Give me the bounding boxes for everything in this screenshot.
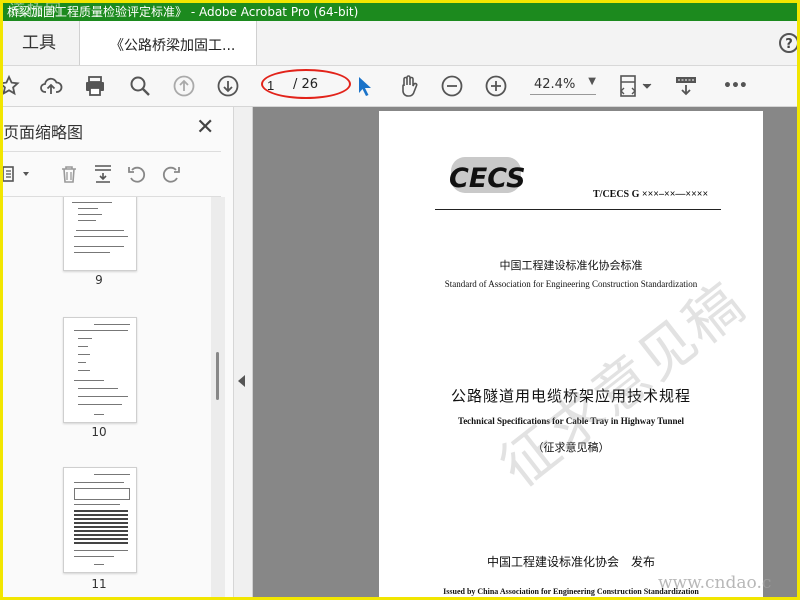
- thumbnail-scrollbar[interactable]: [211, 197, 225, 597]
- tab-document-label: 《公路桥梁加固工...: [110, 38, 236, 54]
- document-title-en: Technical Specifications for Cable Tray …: [458, 416, 684, 426]
- zoom-level-select[interactable]: 42.4% ▼: [530, 76, 596, 95]
- scroll-mode-icon[interactable]: [674, 74, 698, 98]
- extract-page-icon[interactable]: [93, 164, 113, 184]
- panel-title: 页面缩略图: [3, 123, 84, 142]
- bookmark-star-icon[interactable]: [3, 74, 21, 98]
- previous-page-icon[interactable]: [172, 74, 196, 98]
- annotation-ellipse: [261, 69, 351, 99]
- document-title-cn: 公路隧道用电缆桥架应用技术规程: [450, 387, 691, 405]
- help-icon[interactable]: ?: [779, 33, 797, 53]
- thumbnail-page-11[interactable]: [63, 467, 137, 573]
- scrollbar-thumb[interactable]: [216, 352, 219, 400]
- thumbnail-number: 11: [91, 577, 107, 591]
- header-rule: [435, 209, 721, 210]
- thumbnail-number: 9: [95, 273, 103, 287]
- hand-tool-icon[interactable]: [396, 74, 420, 98]
- thumbnail-number: 10: [91, 425, 107, 439]
- zoom-in-icon[interactable]: [484, 74, 508, 98]
- thumbnails-panel: 页面缩略图 ✕ 9 10 11: [3, 107, 234, 597]
- panel-collapse-handle[interactable]: [234, 107, 253, 597]
- thumbnail-page-10[interactable]: [63, 317, 137, 423]
- main-toolbar: / 26 42.4% ▼ •••: [3, 66, 797, 107]
- standard-code: T/CECS G ×××–××—××××: [593, 189, 709, 200]
- panel-toolbar: [3, 151, 221, 197]
- association-name-cn: 中国工程建设标准化协会标准: [499, 259, 643, 272]
- document-view[interactable]: CECS T/CECS G ×××–××—×××× 中国工程建设标准化协会标准 …: [253, 107, 797, 597]
- association-name-en: Standard of Association for Engineering …: [444, 279, 698, 289]
- print-icon[interactable]: [83, 74, 107, 98]
- pdf-page: CECS T/CECS G ×××–××—×××× 中国工程建设标准化协会标准 …: [379, 111, 763, 597]
- zoom-out-icon[interactable]: [440, 74, 464, 98]
- tab-bar: 工具 《公路桥梁加固工... ?: [3, 21, 797, 66]
- collapse-arrow-icon: [238, 375, 245, 387]
- rotate-cw-icon[interactable]: [161, 164, 181, 184]
- publisher-line: 中国工程建设标准化协会 发布: [486, 555, 655, 569]
- delete-page-icon[interactable]: [59, 164, 79, 184]
- thumbnail-page-9[interactable]: [63, 197, 137, 271]
- site-watermark: www.cndao.c: [658, 573, 772, 593]
- thumbnail-list: 9 10 11: [3, 197, 211, 597]
- more-options-icon[interactable]: •••: [723, 74, 748, 98]
- tab-tools[interactable]: 工具: [3, 21, 75, 65]
- title-bar: 桥梁加固工程质量检验评定标准》 - Adobe Acrobat Pro (64-…: [3, 3, 797, 21]
- close-icon[interactable]: ✕: [196, 115, 214, 140]
- rotate-ccw-icon[interactable]: [127, 164, 147, 184]
- tab-document[interactable]: 《公路桥梁加固工...: [79, 21, 257, 65]
- zoom-level-value: 42.4%: [534, 77, 576, 92]
- select-cursor-icon[interactable]: [353, 74, 377, 98]
- cecs-logo-text: CECS: [449, 163, 526, 194]
- next-page-icon[interactable]: [216, 74, 240, 98]
- window-title: 桥梁加固工程质量检验评定标准》 - Adobe Acrobat Pro (64-…: [7, 5, 359, 19]
- draft-note: （征求意见稿）: [532, 441, 610, 454]
- cloud-upload-icon[interactable]: [39, 74, 63, 98]
- chevron-down-icon: ▼: [588, 76, 596, 87]
- search-zoom-icon[interactable]: [128, 74, 152, 98]
- screen-frame: 桥梁加固工程质量检验评定标准》 - Adobe Acrobat Pro (64-…: [0, 0, 800, 600]
- draft-stamp-watermark: 征求意见稿: [488, 270, 758, 501]
- options-menu-icon[interactable]: [3, 164, 29, 184]
- fit-page-icon[interactable]: [618, 74, 654, 98]
